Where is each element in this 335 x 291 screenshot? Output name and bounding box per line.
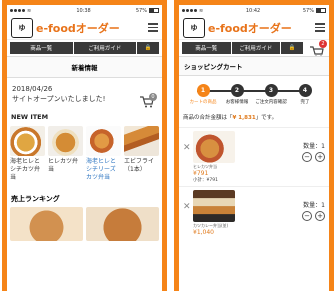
lock-icon: 🔒: [144, 45, 152, 51]
nav-login-button[interactable]: 🔒: [137, 42, 159, 54]
nav-products-button[interactable]: 商品一覧: [182, 42, 231, 54]
step-label: カートの商品: [189, 100, 217, 105]
nav-bar: 商品一覧 ご利用ガイド 🔒 2: [179, 40, 329, 58]
status-bar: ≋ 10:42 57%: [179, 5, 329, 16]
ranking-heading: 売上ランキング: [11, 195, 60, 203]
cart-item-price: ¥791: [193, 170, 209, 177]
news-entry: 2018/04/26 サイトオープンいたしました! 0: [7, 78, 162, 110]
hamburger-menu-icon[interactable]: [148, 23, 158, 32]
product-card[interactable]: 海老ヒレとシチカツ弁当: [10, 126, 45, 182]
hamburger-menu-icon[interactable]: [315, 23, 325, 32]
cart-title: ショッピングカート: [184, 63, 243, 71]
battery-icon: [149, 8, 159, 13]
product-card[interactable]: ヒレカツ弁当: [48, 126, 83, 182]
signal-indicator: ≋: [10, 8, 31, 14]
step-complete: 4 完了: [290, 84, 320, 105]
quantity-label: 数量：1: [303, 143, 325, 150]
site-header: ゆ e-foodオーダー: [7, 16, 162, 40]
step-number: 2: [230, 84, 244, 97]
product-card[interactable]: エビフライ（1本）: [124, 126, 159, 182]
site-header: ゆ e-foodオーダー: [179, 16, 329, 40]
ranking-product-image[interactable]: [10, 207, 83, 241]
news-heading: 新着情報: [7, 56, 162, 78]
site-logo-text[interactable]: e-foodオーダー: [208, 20, 312, 36]
cart-item-subtotal: 小計：¥791: [193, 178, 218, 183]
logo-mascot[interactable]: ゆ: [183, 17, 205, 38]
wifi-icon: ≋: [27, 7, 32, 14]
cart-item: ✕ カツカレー弁当(並) ¥1,040 数量：1 − +: [179, 186, 329, 239]
product-image[interactable]: [124, 126, 159, 156]
step-number: 4: [298, 84, 312, 97]
ranking-product-image[interactable]: [86, 207, 159, 241]
cart-item-image[interactable]: [193, 190, 235, 222]
quantity-stepper: 数量：1 − +: [302, 131, 325, 162]
quantity-label: 数量：1: [303, 202, 325, 209]
step-number: 3: [264, 84, 278, 97]
decrease-quantity-button[interactable]: −: [302, 152, 312, 162]
product-name[interactable]: エビフライ（1本）: [124, 158, 159, 174]
battery-icon: [316, 8, 326, 13]
nav-products-button[interactable]: 商品一覧: [10, 42, 73, 54]
total-amount: ¥ 1,831: [232, 115, 256, 121]
status-time: 10:38: [76, 7, 91, 14]
step-label: ご注文内容確認: [255, 100, 287, 105]
product-image[interactable]: [48, 126, 83, 156]
status-bar: ≋ 10:38 57%: [7, 5, 162, 16]
step-customer-info: 2 お客様情報: [222, 84, 252, 105]
step-label: 完了: [300, 100, 310, 105]
cart-button[interactable]: 0: [140, 93, 157, 111]
logo-mascot[interactable]: ゆ: [11, 17, 33, 38]
signal-indicator: ≋: [182, 8, 203, 14]
new-item-heading: NEW ITEM: [11, 113, 49, 121]
product-name[interactable]: 海老ヒレとシチカツ弁当: [10, 158, 45, 182]
product-name[interactable]: 海老ヒレとシチリーズカツ弁当: [86, 158, 121, 182]
news-date: 2018/04/26: [12, 85, 53, 93]
cart-badge: 2: [319, 40, 327, 48]
new-item-list: 海老ヒレとシチカツ弁当 ヒレカツ弁当 海老ヒレとシチリーズカツ弁当 エビフライ（…: [7, 124, 162, 184]
phone-screen-home: ≋ 10:38 57% ゆ e-foodオーダー 商品一覧 ご利用ガイド 🔒 新…: [2, 0, 167, 291]
product-image[interactable]: [86, 126, 121, 156]
ranking-list: [7, 207, 162, 241]
battery-percent: 57%: [302, 7, 314, 14]
total-suffix: 」です。: [255, 115, 278, 121]
cart-total: 商品の合計金額は「¥ 1,831」です。: [179, 107, 329, 127]
status-time: 10:42: [245, 7, 261, 14]
nav-login-button[interactable]: 🔒: [281, 42, 303, 54]
cart-item-image[interactable]: [193, 131, 235, 163]
site-logo-text[interactable]: e-foodオーダー: [36, 20, 145, 36]
lock-icon: 🔒: [288, 45, 296, 51]
remove-item-icon[interactable]: ✕: [183, 202, 193, 212]
nav-guide-button[interactable]: ご利用ガイド: [73, 42, 136, 54]
product-name[interactable]: ヒレカツ弁当: [48, 158, 83, 174]
quantity-stepper: 数量：1 − +: [302, 190, 325, 221]
wifi-icon: ≋: [199, 7, 204, 14]
nav-bar: 商品一覧 ご利用ガイド 🔒: [7, 40, 162, 56]
cart-item: ✕ ヒレカツ弁当 ¥791 小計：¥791 数量：1 − +: [179, 127, 329, 186]
cart-item-price: ¥1,040: [193, 229, 214, 236]
step-cart: 1 カートの商品: [188, 84, 218, 105]
total-prefix: 商品の合計金額は「: [183, 115, 233, 121]
increase-quantity-button[interactable]: +: [315, 211, 325, 221]
cart-heading-row: ショッピングカート: [179, 56, 329, 76]
decrease-quantity-button[interactable]: −: [302, 211, 312, 221]
step-label: お客様情報: [225, 100, 249, 105]
news-text: サイトオープンいたしました!: [12, 95, 106, 103]
cart-badge: 0: [149, 93, 157, 101]
battery-percent: 57%: [135, 7, 147, 14]
step-number: 1: [196, 84, 210, 97]
product-card[interactable]: 海老ヒレとシチリーズカツ弁当: [86, 126, 121, 182]
checkout-steps: 1 カートの商品 2 お客様情報 3 ご注文内容確認 4 完了: [179, 76, 329, 107]
step-confirm: 3 ご注文内容確認: [255, 84, 287, 105]
product-image[interactable]: [10, 126, 45, 156]
nav-guide-button[interactable]: ご利用ガイド: [231, 42, 280, 54]
increase-quantity-button[interactable]: +: [315, 152, 325, 162]
remove-item-icon[interactable]: ✕: [183, 143, 193, 153]
phone-screen-cart: ≋ 10:42 57% ゆ e-foodオーダー 商品一覧 ご利用ガイド 🔒 2…: [174, 0, 334, 291]
